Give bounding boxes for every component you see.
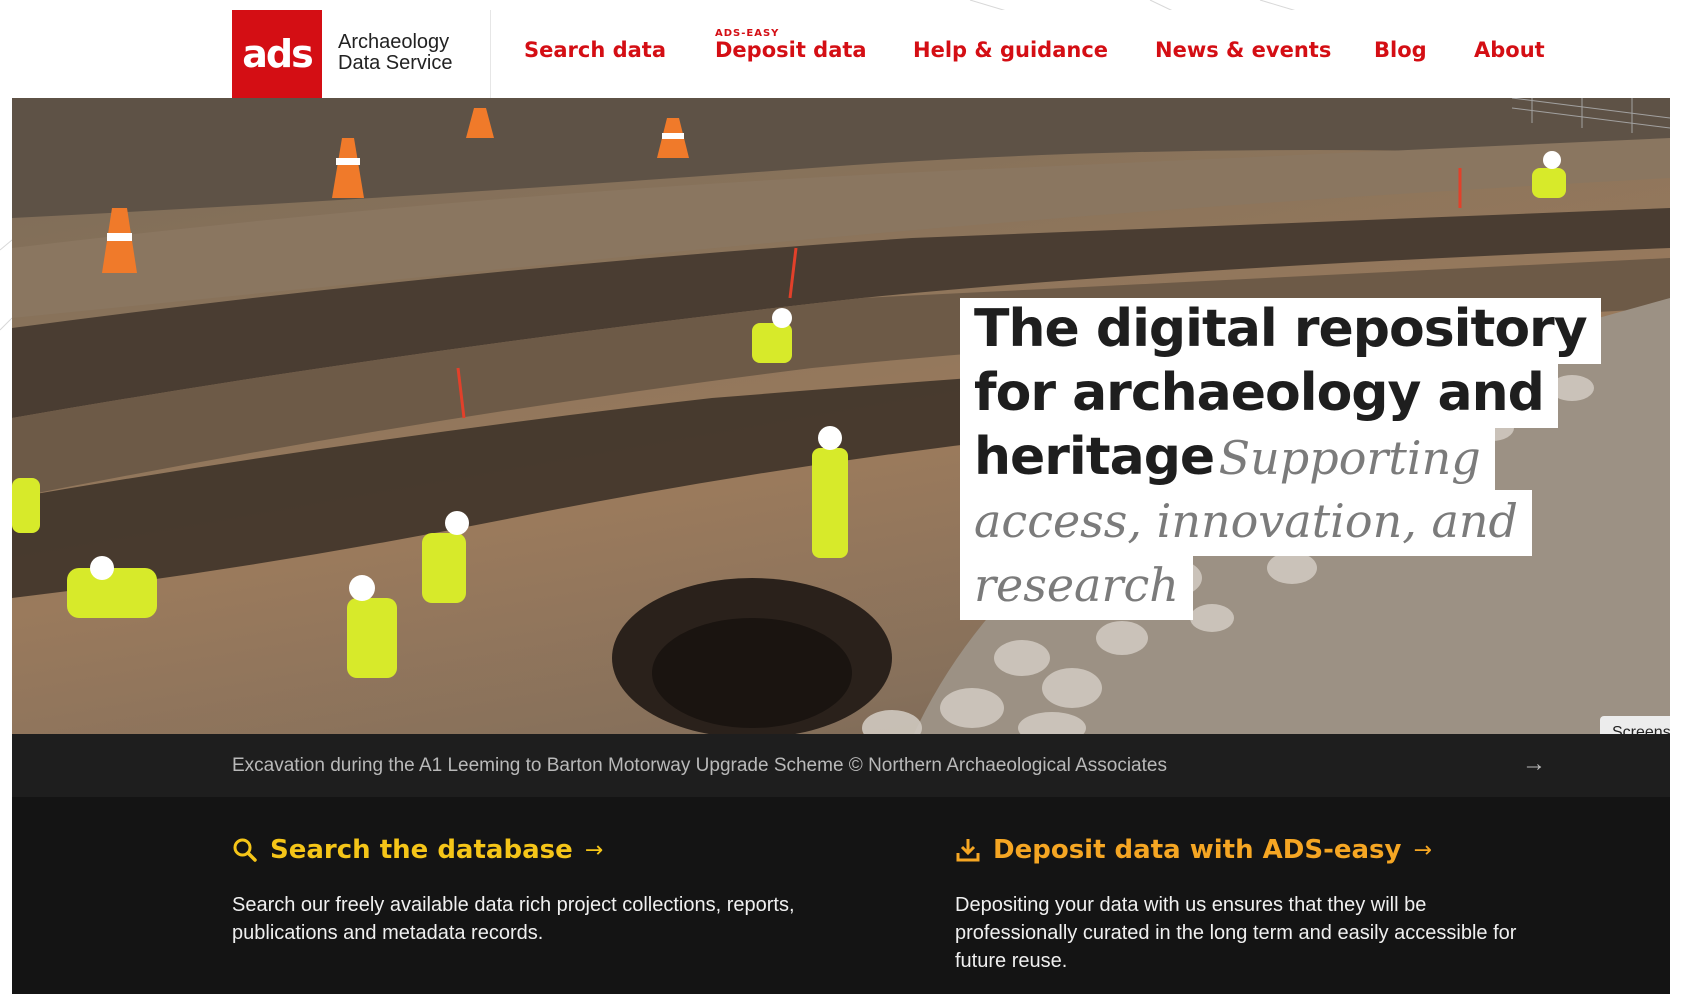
search-card-description: Search our freely available data rich pr… [232, 894, 795, 944]
tagline-part3: research [960, 554, 1193, 620]
logo-mark: ads [242, 32, 313, 76]
site-header: ads Archaeology Data Service Search data… [12, 10, 1670, 98]
nav-about[interactable]: About [1474, 38, 1545, 62]
tagline-part1: Supporting [1218, 431, 1481, 485]
download-icon [956, 839, 980, 862]
tagline-part2: access, innovation, and [960, 490, 1532, 556]
deposit-ads-easy-link[interactable]: Deposit data with ADS-easy → [955, 835, 1535, 865]
image-caption-bar: Excavation during the A1 Leeming to Bart… [12, 734, 1670, 797]
search-icon [233, 838, 257, 862]
arrow-right-icon[interactable]: → [1522, 750, 1546, 778]
search-card: Search the database → Search our freely … [232, 835, 812, 947]
nav-help-guidance[interactable]: Help & guidance [913, 38, 1108, 62]
search-database-link[interactable]: Search the database → [232, 835, 812, 865]
nav-search-data[interactable]: Search data [524, 38, 666, 62]
search-card-title: Search the database [270, 835, 573, 865]
headline-line1: The digital repository [960, 298, 1601, 364]
hero-carousel: The digital repository for archaeology a… [12, 98, 1670, 744]
search-card-arrow: → [584, 837, 604, 863]
nav-news-events[interactable]: News & events [1155, 38, 1331, 62]
deposit-card-arrow: → [1413, 837, 1432, 863]
header-divider [490, 10, 491, 98]
headline-line3: heritage [974, 427, 1215, 487]
logo-name-line2: Data Service [338, 52, 453, 74]
image-caption: Excavation during the A1 Leeming to Bart… [232, 755, 1167, 776]
page: ads Archaeology Data Service Search data… [12, 10, 1670, 994]
headline-line2: for archaeology and [960, 362, 1558, 428]
ads-logo[interactable]: ads [232, 10, 322, 98]
hero-headline: The digital repository for archaeology a… [960, 298, 1601, 620]
deposit-card-title: Deposit data with ADS-easy [993, 835, 1402, 865]
quick-links-section: Search the database → Search our freely … [12, 797, 1670, 994]
logo-name-line1: Archaeology [338, 31, 450, 53]
nav-deposit-data[interactable]: Deposit data [715, 38, 867, 62]
nav-blog[interactable]: Blog [1374, 38, 1427, 62]
deposit-card-description: Depositing your data with us ensures tha… [955, 894, 1517, 972]
deposit-card: Deposit data with ADS-easy → Depositing … [955, 835, 1535, 975]
logo-wordmark[interactable]: Archaeology Data Service [338, 32, 498, 74]
